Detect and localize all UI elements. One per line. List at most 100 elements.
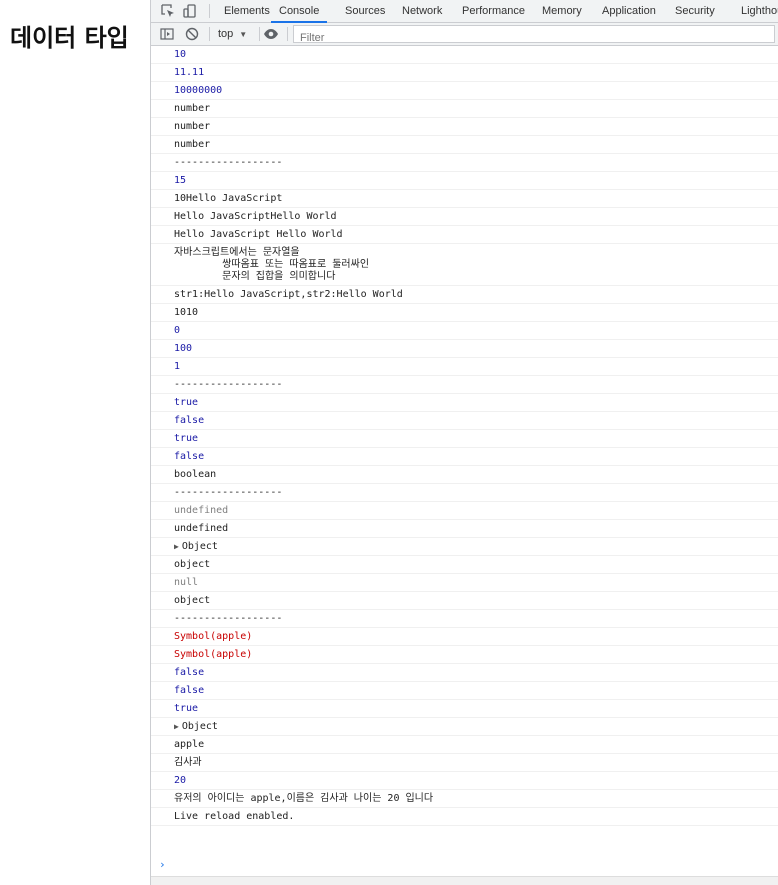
console-message: ------------------ [151,376,778,394]
tab-elements[interactable]: Elements [224,0,270,22]
toolbar-divider [209,27,210,41]
filter-input[interactable] [294,30,766,46]
console-message-text: 20 [174,775,187,786]
console-message: null [151,574,778,592]
console-message: false [151,664,778,682]
console-message-text: Live reload enabled. [174,811,295,822]
console-message-text: undefined [174,523,229,534]
console-message-text: false [174,451,205,462]
console-message-text: object [174,595,211,606]
devtools-tabbar: Elements Console Sources Network Perform… [151,0,778,23]
tab-sources[interactable]: Sources [345,0,385,22]
console-message: 15 [151,172,778,190]
console-message-text: 15 [174,175,187,186]
console-message-text: 10 [174,49,187,60]
console-message: number [151,118,778,136]
console-message: 1 [151,358,778,376]
console-message-text: false [174,685,205,696]
inspect-icon[interactable] [160,3,176,19]
toolbar-divider [259,27,260,41]
console-output: 10 11.11 10000000 number number number -------… [151,46,778,826]
console-message: 10Hello JavaScript [151,190,778,208]
console-message: false [151,412,778,430]
tab-memory[interactable]: Memory [542,0,582,22]
tab-performance[interactable]: Performance [462,0,525,22]
console-message-text: null [174,577,199,588]
console-message-text: Hello JavaScriptHello World [174,211,337,222]
console-message-text: false [174,667,205,678]
console-message-text: 10000000 [174,85,223,96]
console-message-text: 김사과 [174,757,202,768]
console-message: 20 [151,772,778,790]
console-message-text: boolean [174,469,217,480]
console-message-text: true [174,703,199,714]
console-message[interactable]: ▶ Object [151,538,778,556]
sidebar-toggle-icon[interactable] [159,26,175,42]
console-message: 김사과 [151,754,778,772]
horizontal-scrollbar[interactable] [151,876,778,885]
console-message: number [151,100,778,118]
console-message: Live reload enabled. [151,808,778,826]
console-message: apple [151,736,778,754]
filter-field[interactable] [293,25,775,46]
device-toggle-icon[interactable] [182,3,198,19]
console-message: false [151,682,778,700]
console-message-text: Object [181,541,218,552]
console-message[interactable]: ▶ Object [151,718,778,736]
expand-triangle-icon[interactable]: ▶ [174,722,179,731]
clear-console-icon[interactable] [184,26,200,42]
console-message: Hello JavaScript Hello World [151,226,778,244]
console-message: true [151,700,778,718]
tab-network[interactable]: Network [402,0,442,22]
console-message: true [151,430,778,448]
console-message-text: 1 [174,361,181,372]
console-message: true [151,394,778,412]
tab-console[interactable]: Console [271,0,328,23]
toolbar-divider [209,4,210,18]
console-message: undefined [151,520,778,538]
console-message: 10 [151,46,778,64]
console-message: false [151,448,778,466]
tab-application[interactable]: Application [602,0,656,22]
eye-icon[interactable] [263,26,279,42]
console-message-text: ------------------ [174,379,283,390]
console-message: 100 [151,340,778,358]
console-message-text: object [174,559,211,570]
console-message-text: false [174,415,205,426]
console-message-text: 0 [174,325,181,336]
console-message-text: 자바스크립트에서는 문자열을 쌍따옴표 또는 따옴표로 둘러싸인 문자의 집합을… [174,247,370,282]
console-message-text: true [174,433,199,444]
console-message-text: Object [181,721,218,732]
console-message-text: true [174,397,199,408]
context-label: top [218,28,234,40]
console-message-text: 유저의 아이디는 apple,이름은 김사과 나이는 20 입니다 [174,793,434,804]
console-message-text: apple [174,739,205,750]
console-message-text: number [174,139,211,150]
tab-security[interactable]: Security [675,0,715,22]
console-message: ------------------ [151,154,778,172]
console-message: ------------------ [151,484,778,502]
expand-triangle-icon[interactable]: ▶ [174,542,179,551]
console-message-text: str1:Hello JavaScript,str2:Hello World [174,289,403,300]
console-prompt[interactable]: › [159,858,166,871]
chevron-down-icon: ▼ [239,30,248,39]
console-message: 자바스크립트에서는 문자열을 쌍따옴표 또는 따옴표로 둘러싸인 문자의 집합을… [151,244,778,286]
console-message: 0 [151,322,778,340]
console-message-text: Symbol(apple) [174,649,253,660]
console-message: 유저의 아이디는 apple,이름은 김사과 나이는 20 입니다 [151,790,778,808]
console-toolbar: top ▼ [151,23,778,46]
tab-lighthouse[interactable]: Lighthouse [741,0,778,22]
console-message: number [151,136,778,154]
context-selector[interactable]: top ▼ [218,23,247,45]
console-message: 1010 [151,304,778,322]
console-message-text: Symbol(apple) [174,631,253,642]
page-heading: 데이터 타입 [10,24,129,52]
console-message-text: 100 [174,343,193,354]
console-message: undefined [151,502,778,520]
console-message: 10000000 [151,82,778,100]
console-message: str1:Hello JavaScript,str2:Hello World [151,286,778,304]
console-message: 11.11 [151,64,778,82]
console-message-text: 10Hello JavaScript [174,193,283,204]
console-message-text: number [174,103,211,114]
console-message-text: 1010 [174,307,199,318]
